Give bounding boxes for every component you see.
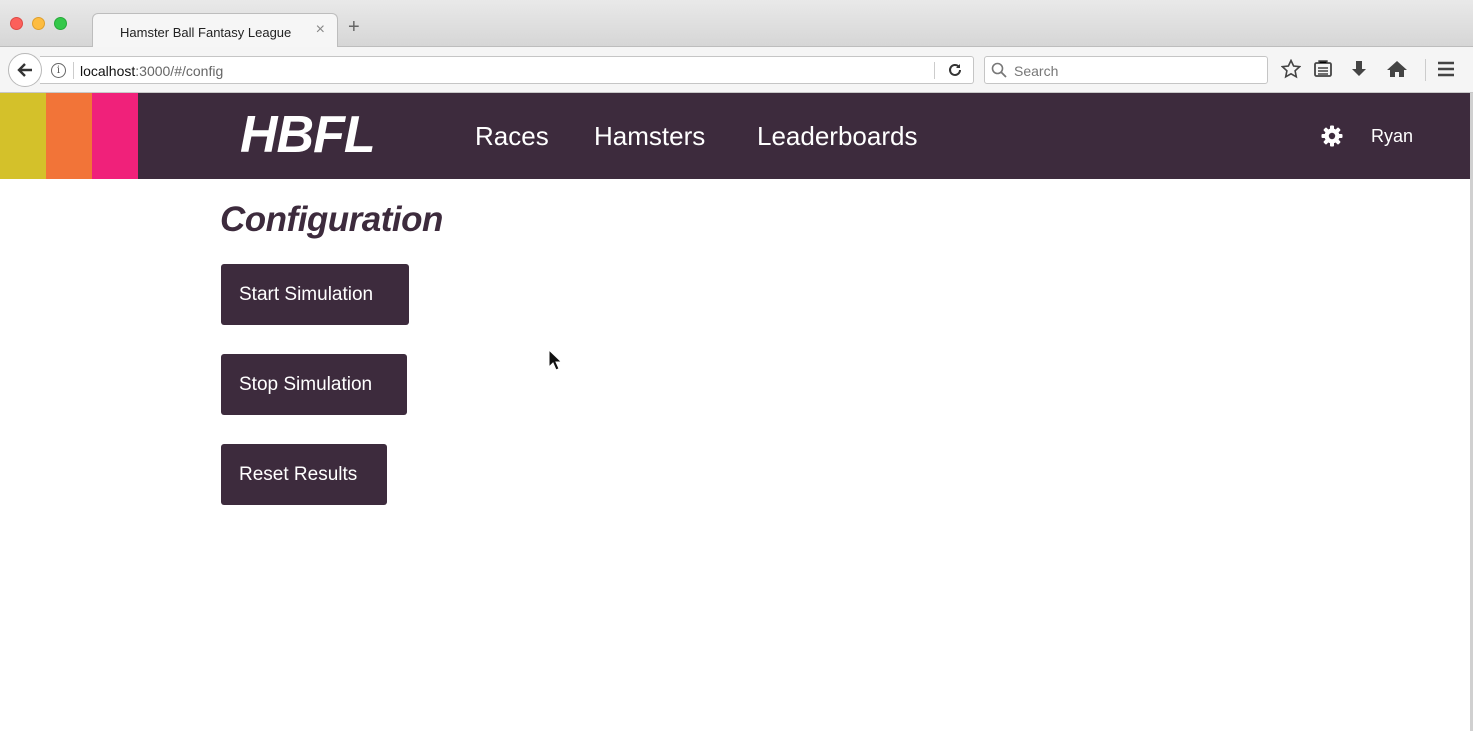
browser-tab-bar: Hamster Ball Fantasy League × +	[0, 0, 1473, 48]
toolbar-divider	[1425, 59, 1426, 81]
new-tab-button[interactable]: +	[348, 17, 360, 37]
back-button[interactable]	[8, 53, 42, 87]
url-path: :3000/#/config	[135, 63, 224, 79]
search-icon	[991, 62, 1007, 83]
app-logo[interactable]: HBFL	[240, 106, 376, 164]
back-arrow-icon	[17, 63, 32, 77]
url-divider	[73, 62, 74, 79]
browser-tab[interactable]: Hamster Ball Fantasy League ×	[92, 13, 338, 48]
browser-toolbar: i localhost:3000/#/config Search	[0, 47, 1473, 93]
brand-stripe-yellow	[0, 93, 46, 179]
home-icon[interactable]	[1386, 59, 1408, 84]
tab-title: Hamster Ball Fantasy League	[120, 25, 292, 40]
brand-stripe-orange	[46, 93, 92, 179]
hamburger-menu-icon[interactable]	[1436, 59, 1456, 84]
reload-divider	[934, 62, 935, 79]
reset-results-button[interactable]: Reset Results	[221, 444, 387, 505]
maximize-window-button[interactable]	[54, 17, 67, 30]
tab-close-icon[interactable]: ×	[316, 21, 325, 39]
reading-list-icon[interactable]	[1313, 59, 1333, 84]
url-bar[interactable]: i localhost:3000/#/config	[40, 56, 974, 84]
reload-icon[interactable]	[947, 62, 963, 83]
nav-link-races[interactable]: Races	[475, 121, 549, 152]
nav-link-hamsters[interactable]: Hamsters	[594, 121, 705, 152]
app-header: HBFL Races Hamsters Leaderboards Ryan	[0, 93, 1473, 179]
search-placeholder: Search	[1014, 63, 1059, 79]
brand-stripe-pink	[92, 93, 138, 179]
gear-icon[interactable]	[1321, 125, 1343, 152]
url-text[interactable]: localhost:3000/#/config	[80, 63, 223, 79]
user-menu[interactable]: Ryan	[1371, 126, 1413, 147]
info-icon[interactable]: i	[51, 63, 66, 78]
minimize-window-button[interactable]	[32, 17, 45, 30]
close-window-button[interactable]	[10, 17, 23, 30]
start-simulation-button[interactable]: Start Simulation	[221, 264, 409, 325]
page-title: Configuration	[220, 200, 443, 239]
url-host: localhost	[80, 63, 136, 79]
mouse-cursor-icon	[548, 348, 563, 376]
star-icon[interactable]	[1280, 58, 1302, 84]
stop-simulation-button[interactable]: Stop Simulation	[221, 354, 407, 415]
download-icon[interactable]	[1349, 59, 1369, 84]
search-input[interactable]: Search	[984, 56, 1268, 84]
nav-link-leaderboards[interactable]: Leaderboards	[757, 121, 917, 152]
